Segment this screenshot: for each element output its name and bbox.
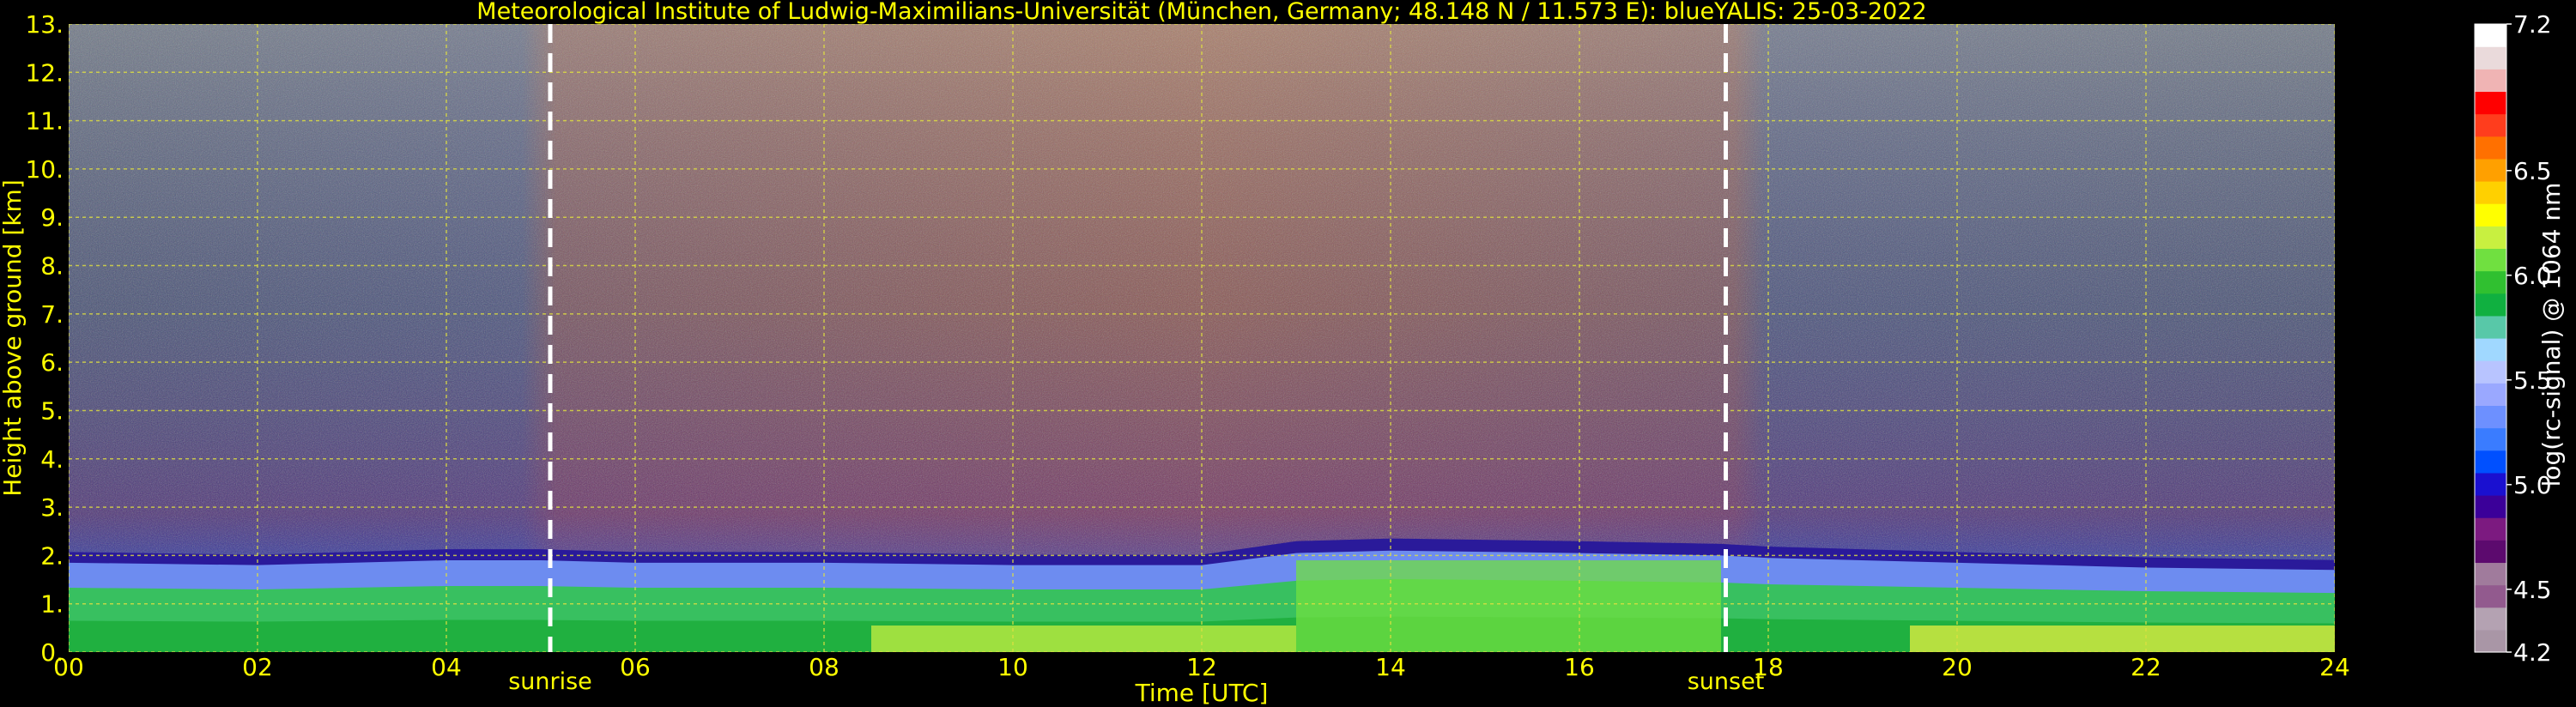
chart-title: Meteorological Institute of Ludwig-Maxim… bbox=[476, 0, 1926, 25]
x-tick-label: 20 bbox=[1942, 653, 1973, 681]
colorbar-swatch bbox=[2475, 540, 2506, 564]
x-tick-label: 12 bbox=[1186, 653, 1217, 681]
layer-evening-surface bbox=[1910, 625, 2335, 652]
y-tick-label: 13. bbox=[25, 10, 64, 39]
y-axis-label: Height above ground [km] bbox=[0, 179, 27, 497]
colorbar-label: log(rc-signal) @ 1064 nm bbox=[2537, 183, 2566, 487]
colorbar-tick-label: 7.2 bbox=[2513, 10, 2552, 39]
x-tick-label: 16 bbox=[1564, 653, 1595, 681]
y-tick-label: 7. bbox=[40, 300, 64, 329]
x-tick-label: 04 bbox=[431, 653, 462, 681]
colorbar-tick-label: 4.2 bbox=[2513, 638, 2552, 667]
colorbar-swatch bbox=[2475, 248, 2506, 272]
colorbar-swatch bbox=[2475, 517, 2506, 541]
colorbar-swatch bbox=[2475, 203, 2506, 227]
x-tick-label: 14 bbox=[1375, 653, 1406, 681]
y-tick-label: 6. bbox=[40, 348, 64, 377]
sunset-label: sunset bbox=[1688, 668, 1765, 695]
colorbar-swatch bbox=[2475, 46, 2506, 69]
colorbar-swatch bbox=[2475, 450, 2506, 474]
colorbar-swatch bbox=[2475, 629, 2506, 653]
colorbar-swatch bbox=[2475, 338, 2506, 361]
y-tick-label: 4. bbox=[40, 445, 64, 474]
x-tick-label: 24 bbox=[2319, 653, 2350, 681]
y-tick-label: 2. bbox=[40, 541, 64, 570]
colorbar-swatch bbox=[2475, 136, 2506, 160]
plot-area bbox=[69, 24, 2335, 652]
layer-afternoon-mixing bbox=[1296, 560, 1721, 652]
colorbar-swatch bbox=[2475, 181, 2506, 204]
colorbar-swatch bbox=[2475, 562, 2506, 586]
colorbar-swatch bbox=[2475, 427, 2506, 451]
colorbar-swatch bbox=[2475, 24, 2506, 47]
x-tick-label: 10 bbox=[997, 653, 1028, 681]
colorbar-swatch bbox=[2475, 270, 2506, 294]
y-tick-label: 10. bbox=[25, 155, 64, 184]
x-tick-label: 06 bbox=[620, 653, 651, 681]
x-tick-label: 22 bbox=[2131, 653, 2161, 681]
colorbar-swatch bbox=[2475, 472, 2506, 496]
x-axis-label: Time [UTC] bbox=[1135, 679, 1269, 707]
x-tick-label: 02 bbox=[242, 653, 273, 681]
colorbar-swatch bbox=[2475, 226, 2506, 250]
colorbar-swatch bbox=[2475, 315, 2506, 339]
colorbar-swatch bbox=[2475, 91, 2506, 115]
colorbar-swatch bbox=[2475, 405, 2506, 429]
sunrise-label: sunrise bbox=[508, 668, 592, 695]
x-tick-labels: 00 02 04 06 08 10 12 14 16 18 20 22 24 bbox=[53, 653, 2350, 681]
colorbar-swatch bbox=[2475, 383, 2506, 407]
y-tick-label: 12. bbox=[25, 58, 64, 87]
x-tick-label: 08 bbox=[809, 653, 839, 681]
colorbar-swatch bbox=[2475, 113, 2506, 137]
colorbar-swatch bbox=[2475, 495, 2506, 518]
y-tick-labels: 0.1.2.3.4.5.6.7.8.9.10.11.12.13. bbox=[25, 10, 64, 667]
y-tick-label: 8. bbox=[40, 252, 64, 281]
y-tick-label: 3. bbox=[40, 493, 64, 522]
colorbar-swatch bbox=[2475, 584, 2506, 608]
layer-daytime-surface bbox=[871, 625, 1296, 652]
lidar-figure: Meteorological Institute of Ludwig-Maxim… bbox=[0, 0, 2566, 707]
colorbar-tick-label: 6.5 bbox=[2513, 157, 2552, 185]
colorbar-swatch bbox=[2475, 607, 2506, 631]
y-tick-label: 11. bbox=[25, 107, 64, 136]
y-tick-label: 5. bbox=[40, 396, 64, 425]
x-tick-label: 00 bbox=[53, 653, 84, 681]
y-tick-label: 9. bbox=[40, 203, 64, 232]
colorbar-swatch bbox=[2475, 158, 2506, 182]
colorbar-tick-label: 4.5 bbox=[2513, 576, 2552, 604]
colorbar-swatch bbox=[2475, 293, 2506, 317]
colorbar-swatch bbox=[2475, 360, 2506, 384]
colorbar-swatch bbox=[2475, 69, 2506, 93]
y-tick-label: 1. bbox=[40, 590, 64, 619]
